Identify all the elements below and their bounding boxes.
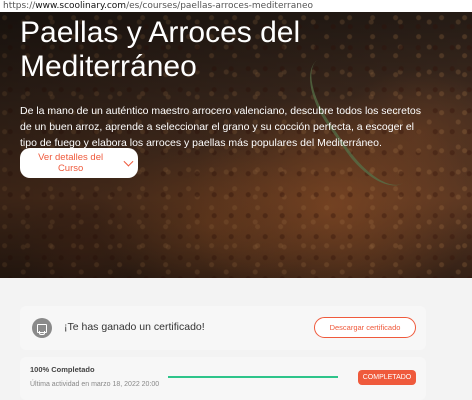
last-activity: Última actividad en marzo 18, 2022 20:00 bbox=[30, 381, 160, 388]
certificate-message: ¡Te has ganado un certificado! bbox=[64, 321, 205, 333]
course-title: Paellas y Arroces del Mediterráneo bbox=[20, 16, 301, 83]
status-badge: COMPLETADO bbox=[358, 370, 416, 385]
chevron-down-icon bbox=[123, 156, 134, 167]
course-description: De la mano de un auténtico maestro arroc… bbox=[20, 105, 421, 149]
certificate-card: ¡Te has ganado un certificado! Descargar… bbox=[20, 306, 426, 350]
download-certificate-button[interactable]: Descargar certificado bbox=[314, 317, 416, 338]
hero-banner: Paellas y Arroces del Mediterráneo De la… bbox=[0, 12, 472, 278]
progress-card: 100% Completado Última actividad en marz… bbox=[20, 357, 426, 400]
address-bar[interactable]: https://www.scoolinary.com/es/courses/pa… bbox=[0, 0, 472, 12]
course-details-label: Ver detalles del Curso bbox=[38, 152, 104, 174]
url-path: /es/courses/paellas-arroces-mediterraneo bbox=[126, 1, 313, 11]
progress-bar-fill bbox=[168, 376, 338, 378]
url-prefix: https:// bbox=[3, 1, 36, 11]
certificate-icon bbox=[32, 318, 52, 338]
progress-bar bbox=[168, 376, 338, 378]
progress-title: 100% Completado bbox=[30, 365, 95, 374]
url-domain: www.scoolinary.com bbox=[35, 1, 127, 11]
course-details-button[interactable]: Ver detalles del Curso bbox=[20, 148, 138, 178]
